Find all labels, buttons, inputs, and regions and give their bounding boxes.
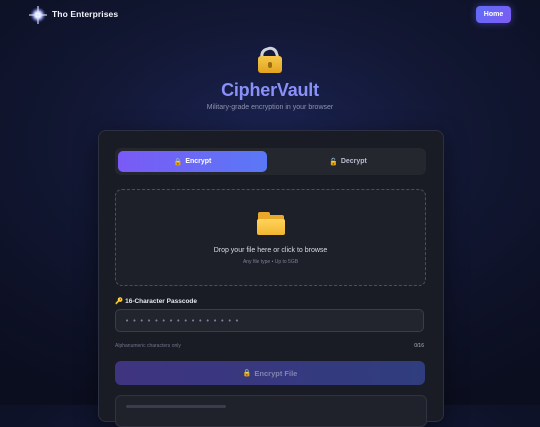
dropzone-hint: Any file type • Up to 5GB — [242, 259, 299, 265]
encrypt-file-label: Encrypt File — [254, 368, 298, 378]
key-icon: 🔑 — [115, 298, 124, 305]
passcode-counter: 0/16 — [414, 343, 424, 349]
top-navbar: Tho Enterprises Home — [0, 0, 540, 30]
brand-name[interactable]: Tho Enterprises — [52, 9, 118, 19]
dropzone-text: Drop your file here or click to browse — [213, 247, 328, 254]
tab-encrypt[interactable]: 🔒 Encrypt — [118, 151, 267, 172]
padlock-icon — [256, 44, 284, 74]
mode-tabs: 🔒 Encrypt 🔓 Decrypt — [115, 148, 426, 175]
passcode-label: 🔑 16-Character Passcode — [115, 297, 197, 305]
passcode-label-text: 16-Character Passcode — [125, 298, 197, 305]
page-subtitle: Military-grade encryption in your browse… — [206, 104, 334, 111]
folder-icon — [257, 212, 285, 236]
passcode-hint: Alphanumeric characters only — [115, 343, 181, 349]
lock-icon: 🔒 — [242, 370, 252, 377]
unlock-icon: 🔓 — [329, 158, 338, 166]
logo-icon[interactable] — [29, 6, 47, 24]
home-button[interactable]: Home — [476, 6, 511, 23]
page-title: CipherVault — [221, 80, 319, 100]
encryption-card: 🔒 Encrypt 🔓 Decrypt Drop your file here … — [98, 130, 444, 427]
passcode-input[interactable] — [115, 309, 424, 332]
file-dropzone[interactable]: Drop your file here or click to browse A… — [115, 189, 426, 286]
lock-icon: 🔒 — [173, 158, 183, 166]
tab-encrypt-label: Encrypt — [185, 158, 212, 165]
tab-decrypt-label: Decrypt — [340, 158, 367, 165]
info-panel — [115, 395, 427, 427]
info-panel-line — [126, 405, 226, 408]
encrypt-file-button[interactable]: 🔒 Encrypt File — [115, 361, 425, 385]
tab-decrypt[interactable]: 🔓 Decrypt — [273, 151, 423, 172]
